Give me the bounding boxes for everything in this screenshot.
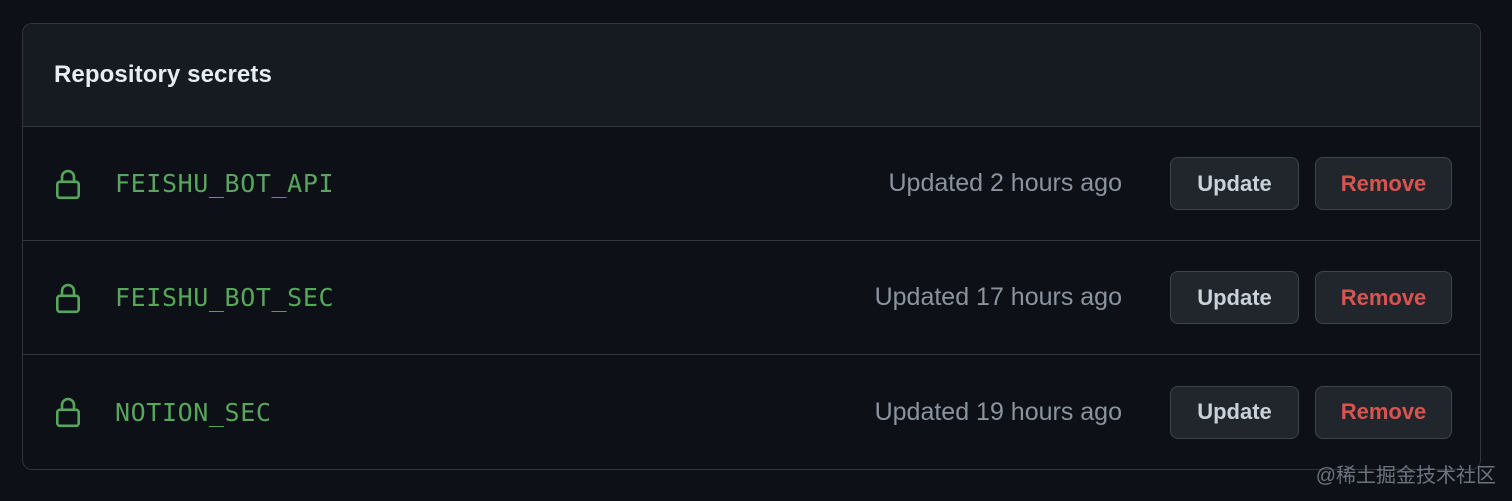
lock-icon bbox=[55, 397, 80, 428]
repository-secrets-panel: Repository secrets FEISHU_BOT_API Update… bbox=[22, 23, 1481, 470]
secret-row: FEISHU_BOT_SEC Updated 17 hours ago Upda… bbox=[23, 241, 1480, 355]
panel-title: Repository secrets bbox=[54, 61, 272, 88]
watermark: @稀土掘金技术社区 bbox=[1315, 465, 1496, 487]
update-button[interactable]: Update bbox=[1170, 157, 1299, 210]
secrets-page: Repository secrets FEISHU_BOT_API Update… bbox=[0, 0, 1512, 501]
remove-button[interactable]: Remove bbox=[1315, 385, 1452, 439]
secret-updated-time: Updated 19 hours ago bbox=[874, 397, 1122, 426]
panel-header: Repository secrets bbox=[23, 24, 1480, 127]
lock-icon bbox=[55, 283, 80, 313]
remove-button[interactable]: Remove bbox=[1315, 157, 1452, 210]
secret-name: FEISHU_BOT_API bbox=[115, 169, 335, 198]
secret-row: NOTION_SEC Updated 19 hours ago Update R… bbox=[23, 355, 1480, 469]
secret-updated-time: Updated 2 hours ago bbox=[888, 169, 1122, 197]
lock-icon bbox=[55, 169, 80, 199]
remove-button[interactable]: Remove bbox=[1315, 271, 1452, 324]
update-button[interactable]: Update bbox=[1170, 271, 1299, 324]
update-button[interactable]: Update bbox=[1170, 385, 1299, 439]
secret-name: NOTION_SEC bbox=[115, 397, 272, 427]
secret-updated-time: Updated 17 hours ago bbox=[874, 283, 1122, 311]
secret-name: FEISHU_BOT_SEC bbox=[115, 283, 335, 312]
secret-row: FEISHU_BOT_API Updated 2 hours ago Updat… bbox=[23, 127, 1480, 241]
